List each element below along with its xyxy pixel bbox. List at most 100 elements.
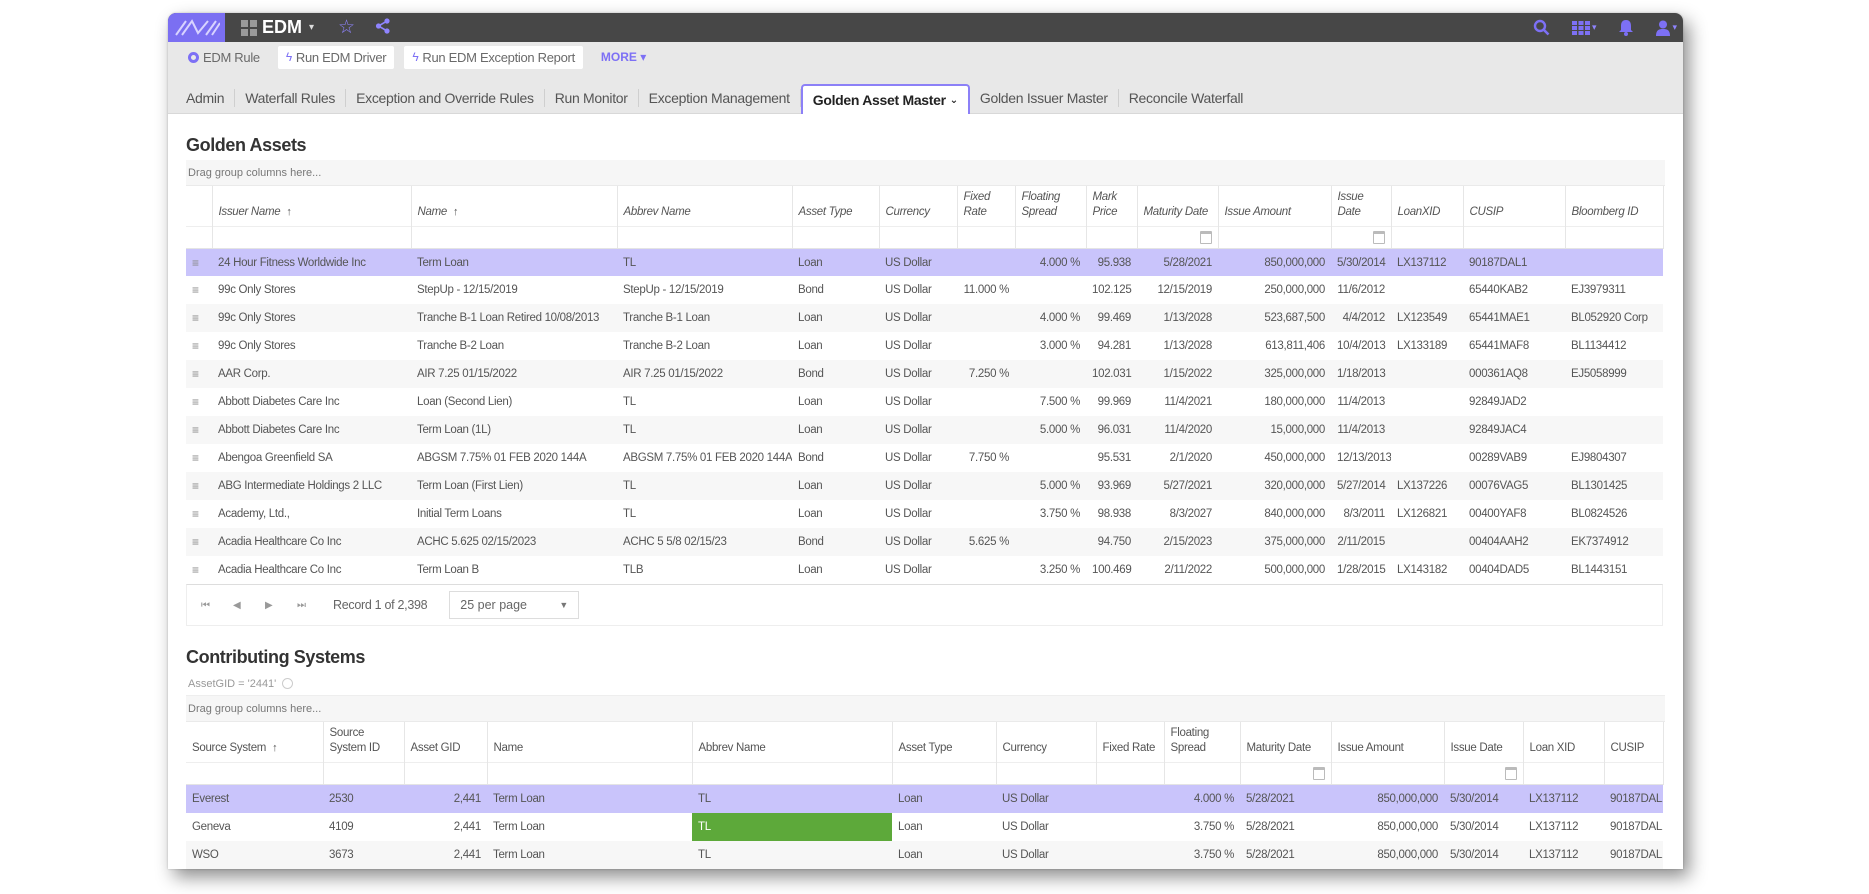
table-row[interactable]: ≡ Abengoa Greenfield SA ABGSM 7.75% 01 FEB… [186,444,1663,473]
table-row[interactable]: ≡ Acadia Healthcare Co Inc ACHC 5.625 02/1… [186,528,1663,557]
first-page-icon[interactable]: ⏮ [201,600,233,611]
filter-cell-source-system[interactable] [186,762,324,786]
table-row[interactable]: ≡ 99c Only Stores StepUp - 12/15/2019 StepU… [186,276,1663,305]
table-row[interactable]: ≡ ABG Intermediate Holdings 2 LLC Term Loa… [186,472,1663,501]
column-header-bloomberg-id[interactable]: Bloomberg ID [1565,186,1664,227]
column-header-source-system-id[interactable]: Source System ID [323,722,405,763]
filter-cell-issuer-name[interactable] [212,225,412,249]
filter-cell-floating-spread[interactable] [1164,762,1241,786]
row-drag-handle[interactable]: ≡ [186,528,212,556]
table-row[interactable]: Geneva 4109 2,441 Term Loan TL Loan US Dollar 3… [186,812,1663,841]
search-icon[interactable] [1533,19,1550,36]
column-header-cusip[interactable]: CUSIP [1463,186,1566,227]
row-drag-handle[interactable]: ≡ [186,388,212,416]
filter-cell-loan-xid[interactable] [1523,762,1605,786]
column-header-maturity-date[interactable]: Maturity Date [1240,722,1332,763]
row-drag-handle[interactable]: ≡ [186,472,212,500]
filter-cell-currency[interactable] [996,762,1097,786]
column-header-issue-amount[interactable]: Issue Amount [1218,186,1332,227]
column-header-name[interactable]: Name ↑ [411,186,618,227]
column-header-cusip[interactable]: CUSIP [1604,722,1664,763]
column-header-issue-amount[interactable]: Issue Amount [1331,722,1445,763]
column-header-abbrev-name[interactable]: Abbrev Name [692,722,893,763]
table-row[interactable]: ≡ Abbott Diabetes Care Inc Term Loan (1L) T… [186,416,1663,445]
app-switcher[interactable]: EDM ▾ [241,17,314,38]
tab-waterfall-rules[interactable]: Waterfall Rules [235,89,347,107]
sort-ascending-icon[interactable]: ↑ [453,206,459,218]
filter-cell-source-system-id[interactable] [323,762,405,786]
filter-cell-asset-type[interactable] [892,762,997,786]
row-drag-handle[interactable]: ≡ [186,416,212,444]
filter-cell-name[interactable] [411,225,618,249]
filter-cell-abbrev-name[interactable] [692,762,893,786]
row-drag-handle[interactable]: ≡ [186,304,212,332]
table-row[interactable]: ≡ 99c Only Stores Tranche B-1 Loan Retired… [186,304,1663,333]
row-drag-handle[interactable]: ≡ [186,360,212,388]
filter-cell-name[interactable] [487,762,693,786]
filter-cell-abbrev-name[interactable] [617,225,793,249]
filter-cell-maturity-date[interactable] [1240,762,1332,786]
column-header-currency[interactable]: Currency [879,186,958,227]
filter-cell-maturity-date[interactable] [1137,225,1219,249]
run-exception-report-button[interactable]: ϟ Run EDM Exception Report [404,45,583,69]
filter-cell-issue-amount[interactable] [1331,762,1445,786]
column-header-floating-spread[interactable]: Floating Spread [1164,722,1241,763]
column-header-mark-price[interactable]: Mark Price [1086,186,1138,227]
table-row[interactable]: ≡ Acadia Healthcare Co Inc Term Loan B TLB L… [186,556,1663,585]
table-row[interactable]: ≡ 99c Only Stores Tranche B-2 Loan Tranche … [186,332,1663,361]
filter-cell-loanxid[interactable] [1391,225,1464,249]
star-icon[interactable]: ☆ [338,18,355,37]
column-header-abbrev-name[interactable]: Abbrev Name [617,186,793,227]
row-drag-handle[interactable]: ≡ [186,500,212,528]
group-drop-zone[interactable]: Drag group columns here... [186,160,1665,186]
table-row[interactable]: ≡ 24 Hour Fitness Worldwide Inc Term Loan T… [186,248,1663,277]
row-drag-handle[interactable]: ≡ [186,444,212,472]
logo-icon[interactable] [168,13,225,42]
column-header-asset-gid[interactable]: Asset GID [404,722,488,763]
table-row[interactable]: ≡ AAR Corp. AIR 7.25 01/15/2022 AIR 7.25 01… [186,360,1663,389]
filter-cell-issue-date[interactable] [1331,225,1392,249]
row-drag-handle[interactable]: ≡ [186,276,212,304]
prev-page-icon[interactable]: ◀ [233,600,265,611]
column-header-source-system[interactable]: Source System ↑ [186,722,324,763]
table-row[interactable]: WSO 3673 2,441 Term Loan TL Loan US Dollar 3.75… [186,840,1663,869]
filter-cell-mark-price[interactable] [1086,225,1138,249]
filter-cell-issue-amount[interactable] [1218,225,1332,249]
column-header-loanxid[interactable]: LoanXID [1391,186,1464,227]
filter-cell-issue-date[interactable] [1444,762,1524,786]
edm-rule-button[interactable]: EDM Rule [180,46,268,69]
column-header-name[interactable]: Name [487,722,693,763]
tab-run-monitor[interactable]: Run Monitor [545,89,639,107]
filter-cell-currency[interactable] [879,225,958,249]
calendar-icon[interactable] [1199,230,1212,244]
column-header-asset-type[interactable]: Asset Type [892,722,997,763]
tab-exception-management[interactable]: Exception Management [639,89,801,107]
share-icon[interactable] [375,17,391,38]
filter-cell-fixed-rate[interactable] [957,225,1016,249]
column-header-fixed-rate[interactable]: Fixed Rate [957,186,1016,227]
filter-cell-asset-type[interactable] [792,225,880,249]
tab-exception-and-override-rules[interactable]: Exception and Override Rules [346,89,545,107]
last-page-icon[interactable]: ⏭ [297,600,329,611]
column-header-asset-type[interactable]: Asset Type [792,186,880,227]
next-page-icon[interactable]: ▶ [265,600,297,611]
calendar-icon[interactable] [1504,767,1517,781]
column-header-maturity-date[interactable]: Maturity Date [1137,186,1219,227]
more-menu-button[interactable]: MORE ▾ [601,50,646,64]
tab-reconcile-waterfall[interactable]: Reconcile Waterfall [1119,89,1253,107]
tab-golden-issuer-master[interactable]: Golden Issuer Master [970,89,1119,107]
filter-cell-cusip[interactable] [1463,225,1566,249]
row-drag-handle[interactable]: ≡ [186,248,212,276]
tab-admin[interactable]: Admin [176,89,236,107]
column-header-fixed-rate[interactable]: Fixed Rate [1096,722,1165,763]
tab-golden-asset-master[interactable]: Golden Asset Master ⌄ [800,84,970,114]
table-row[interactable]: ≡ Abbott Diabetes Care Inc Loan (Second Li… [186,388,1663,417]
waffle-menu-icon[interactable]: ▾ [1571,20,1596,35]
row-drag-handle[interactable]: ≡ [186,332,212,360]
filter-cell-cusip[interactable] [1604,762,1664,786]
filter-cell-asset-gid[interactable] [404,762,488,786]
filter-cell-fixed-rate[interactable] [1096,762,1165,786]
table-row[interactable]: Everest 2530 2,441 Term Loan TL Loan US Dollar… [186,784,1663,813]
calendar-icon[interactable] [1312,767,1325,781]
table-row[interactable]: ≡ Academy, Ltd., Initial Term Loans TL Loan U… [186,500,1663,529]
